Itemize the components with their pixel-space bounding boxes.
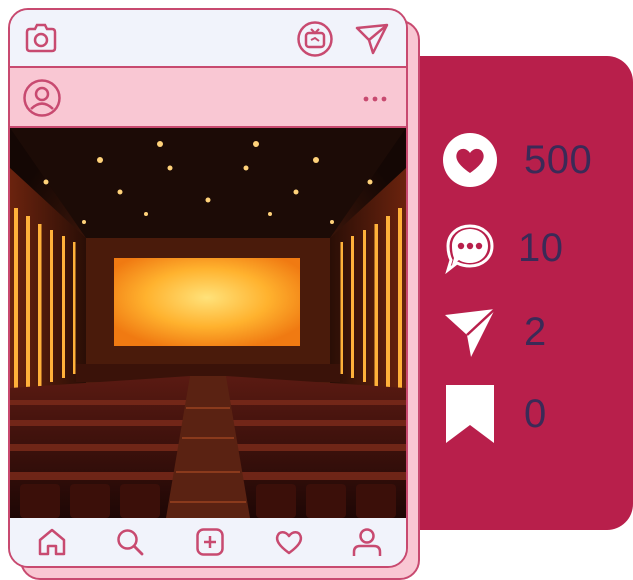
shares-stat: 2: [440, 302, 547, 362]
heart-filled-icon[interactable]: [440, 130, 500, 190]
paper-plane-icon[interactable]: [354, 22, 390, 56]
saves-stat: 0: [440, 384, 547, 444]
bookmark-icon[interactable]: [440, 384, 500, 444]
post-stats-panel: [392, 56, 633, 530]
top-bar: [10, 10, 406, 68]
comment-bubble-icon[interactable]: [440, 218, 500, 278]
bottom-nav: [10, 518, 406, 566]
comments-count: 10: [518, 225, 564, 270]
post-header: [10, 68, 406, 126]
camera-icon[interactable]: [24, 22, 58, 54]
more-dots-icon[interactable]: [362, 94, 388, 104]
likes-stat: 500: [440, 130, 592, 190]
social-post-card: [8, 8, 408, 568]
igtv-icon[interactable]: [296, 20, 334, 58]
send-arrow-icon[interactable]: [440, 302, 500, 362]
user-avatar-icon[interactable]: [22, 78, 62, 118]
search-icon[interactable]: [114, 526, 146, 558]
add-post-icon[interactable]: [194, 526, 226, 558]
saves-count: 0: [524, 391, 547, 436]
profile-icon[interactable]: [350, 526, 384, 558]
likes-count: 500: [524, 137, 593, 182]
post-photo[interactable]: [10, 126, 406, 520]
shares-count: 2: [524, 309, 547, 354]
home-icon[interactable]: [36, 526, 68, 558]
heart-icon[interactable]: [272, 526, 306, 558]
comments-stat: 10: [440, 218, 564, 278]
